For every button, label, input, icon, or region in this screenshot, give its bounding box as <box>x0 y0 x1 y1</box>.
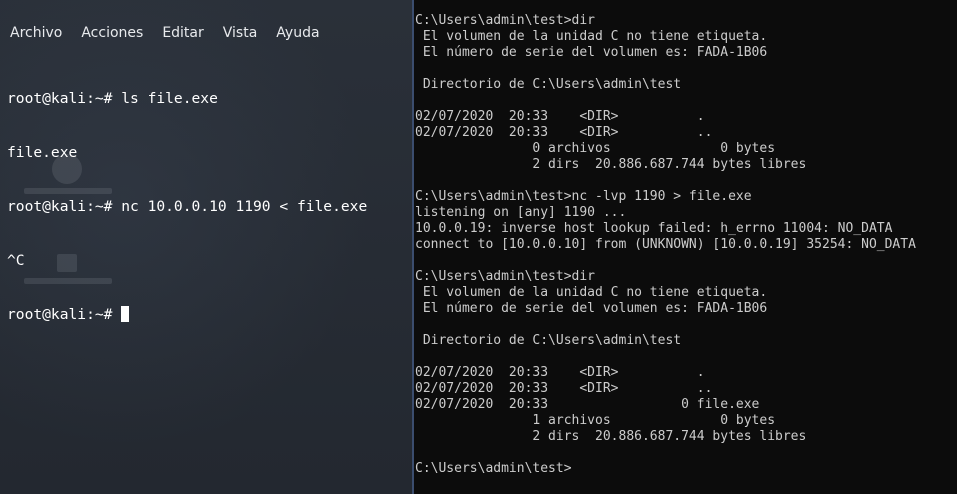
cmd-line: 02/07/2020 20:33 <DIR> .. <box>415 381 713 396</box>
cmd-line: 02/07/2020 20:33 <DIR> . <box>415 109 705 124</box>
menu-bar: Archivo Acciones Editar Vista Ayuda <box>0 18 339 48</box>
cmd-line: 02/07/2020 20:33 0 file.exe <box>415 397 760 412</box>
cmd-line <box>415 93 916 109</box>
screen: Archivo Acciones Editar Vista Ayuda root… <box>0 0 957 494</box>
cmd-line <box>415 173 916 189</box>
terminal-line: ^C <box>7 252 25 269</box>
cmd-line: 0 archivos 0 bytes <box>415 141 776 156</box>
cmd-line <box>415 445 916 461</box>
cmd-line: 2 dirs 20.886.687.744 bytes libres <box>415 157 807 172</box>
text-cursor <box>121 306 130 322</box>
terminal-line: root@kali:~# nc 10.0.0.10 1190 < file.ex… <box>7 198 368 215</box>
cmd-line <box>415 61 916 77</box>
cmd-line: El número de serie del volumen es: FADA-… <box>415 301 768 316</box>
cmd-line: El número de serie del volumen es: FADA-… <box>415 45 768 60</box>
cmd-line: connect to [10.0.0.10] from (UNKNOWN) [1… <box>415 237 916 252</box>
terminal-prompt-line[interactable]: root@kali:~# <box>7 306 367 324</box>
terminal-line: root@kali:~# ls file.exe <box>7 90 218 107</box>
cmd-line: C:\Users\admin\test>dir <box>415 269 596 284</box>
menu-acciones[interactable]: Acciones <box>81 25 143 41</box>
cmd-line: El volumen de la unidad C no tiene etiqu… <box>415 29 768 44</box>
menu-archivo[interactable]: Archivo <box>10 25 62 41</box>
terminal-prompt: root@kali:~# <box>7 306 122 323</box>
menu-vista[interactable]: Vista <box>223 25 258 41</box>
cmd-line: 02/07/2020 20:33 <DIR> .. <box>415 125 713 140</box>
cmd-line: Directorio de C:\Users\admin\test <box>415 77 682 92</box>
cmd-line: 1 archivos 0 bytes <box>415 413 776 428</box>
cmd-window[interactable]: C:\Users\admin\test>dir El volumen de la… <box>414 0 957 494</box>
cmd-line <box>415 349 916 365</box>
cmd-line <box>415 253 916 269</box>
cmd-line: C:\Users\admin\test>dir <box>415 13 596 28</box>
cmd-line: 10.0.0.19: inverse host lookup failed: h… <box>415 221 893 236</box>
kali-terminal-window[interactable]: Archivo Acciones Editar Vista Ayuda root… <box>0 0 412 494</box>
cmd-line: listening on [any] 1190 ... <box>415 205 627 220</box>
cmd-line: 02/07/2020 20:33 <DIR> . <box>415 365 705 380</box>
cmd-line: 2 dirs 20.886.687.744 bytes libres <box>415 429 807 444</box>
terminal-line: file.exe <box>7 144 78 161</box>
cmd-line: El volumen de la unidad C no tiene etiqu… <box>415 285 768 300</box>
cmd-line: C:\Users\admin\test>nc -lvp 1190 > file.… <box>415 189 752 204</box>
cmd-line: C:\Users\admin\test> <box>415 461 572 476</box>
cmd-line <box>415 317 916 333</box>
cmd-output[interactable]: C:\Users\admin\test>dir El volumen de la… <box>415 13 916 477</box>
menu-editar[interactable]: Editar <box>162 25 203 41</box>
cmd-line: Directorio de C:\Users\admin\test <box>415 333 682 348</box>
kali-terminal-output[interactable]: root@kali:~# ls file.exe file.exe root@k… <box>7 54 367 360</box>
menu-ayuda[interactable]: Ayuda <box>276 25 319 41</box>
